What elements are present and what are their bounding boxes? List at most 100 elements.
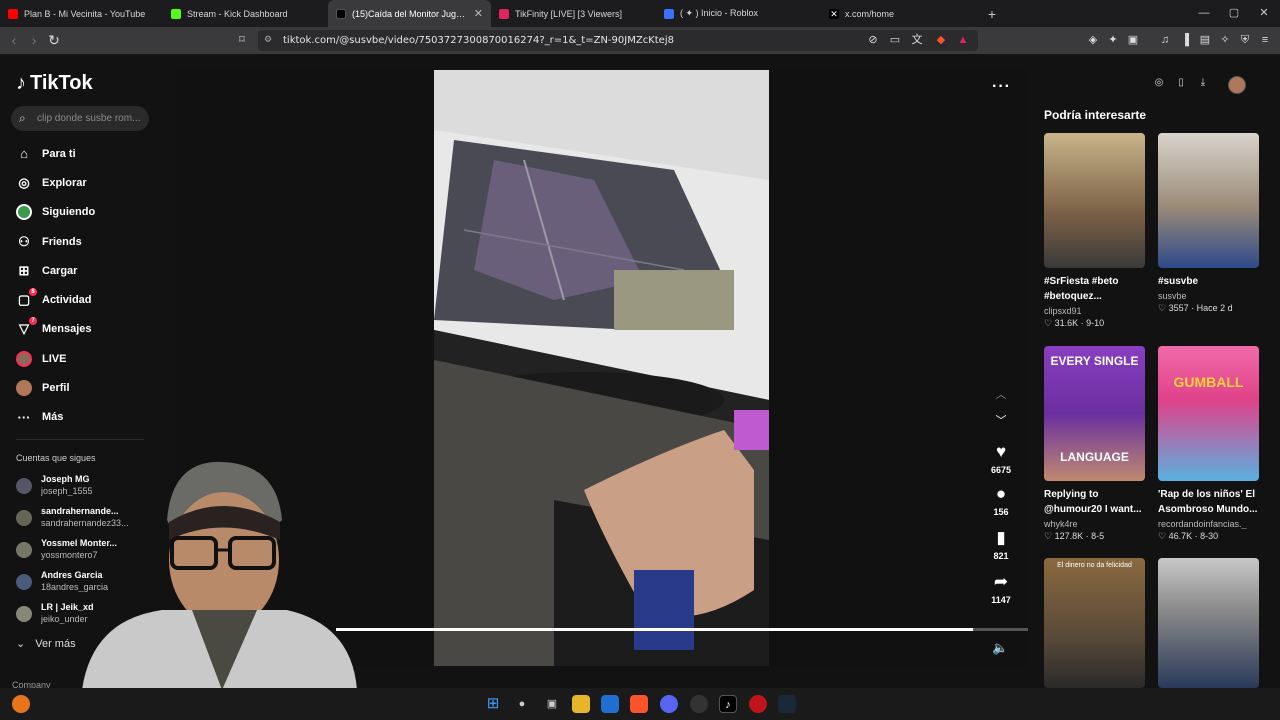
sidebar-item-explorar[interactable]: ◎ Explorar [16, 168, 156, 197]
menu-icon[interactable]: ≡ [1258, 33, 1272, 47]
save-button[interactable]: ▮ 821 [986, 528, 1016, 562]
sidebar-item-siguiendo[interactable]: Siguiendo [16, 198, 156, 227]
tiktok-icon [336, 8, 346, 19]
share-button[interactable]: ➦ 1147 [986, 573, 1016, 606]
more-icon: ··· [17, 409, 31, 425]
translate-icon[interactable]: 文 [910, 33, 924, 47]
phone-icon[interactable]: ▯ [1174, 76, 1188, 90]
wallet-icon[interactable]: ▤ [1198, 33, 1212, 47]
browser-tab-tikfinity[interactable]: TikFinity [LIVE] [3 Viewers] [491, 0, 656, 27]
brave-rewards-icon[interactable]: ▲ [956, 33, 970, 47]
sidebar-item-para-ti[interactable]: ⌂ Para ti [16, 139, 156, 168]
recommended-video-card[interactable] [1158, 558, 1259, 688]
extension-2-icon[interactable]: ✦ [1106, 33, 1120, 47]
app-icon[interactable] [749, 695, 767, 713]
chevron-up-icon[interactable]: ︿ [992, 386, 1010, 402]
chevron-down-icon[interactable]: ﹀ [992, 412, 1010, 428]
microsoft-store-icon[interactable] [601, 695, 619, 713]
recommended-video-card[interactable]: El dinero no da felicidad [1044, 558, 1145, 688]
minimize-icon[interactable]: — [1188, 0, 1220, 27]
windows-start-icon[interactable]: ⊞ [484, 695, 502, 713]
share-count: 1147 [991, 595, 1011, 605]
screen-icon[interactable]: ▭ [888, 33, 902, 47]
back-icon[interactable]: ‹ [6, 32, 22, 48]
search-input[interactable]: ⌕ clip donde susbe rom... [11, 106, 149, 131]
comment-button[interactable]: ● 156 [986, 485, 1016, 518]
url-text: tiktok.com/@susvbe/video/750372730087001… [283, 35, 674, 46]
browser-tab-youtube[interactable]: Plan B - Mi Vecinita - YouTube [0, 0, 163, 27]
task-view-icon[interactable]: ▣ [543, 695, 561, 713]
video-thumbnail [1158, 133, 1259, 268]
close-window-icon[interactable]: ✕ [1248, 0, 1280, 27]
thumbnail-caption: GUMBALL [1173, 374, 1244, 390]
vpn-icon[interactable]: ⛨ [1238, 33, 1252, 47]
weather-icon[interactable] [12, 695, 30, 713]
new-tab-button[interactable]: + [981, 6, 1003, 22]
x-icon: ✕ [829, 8, 839, 19]
tab-label: (15)Caída del Monitor Jugand [352, 8, 470, 19]
save-count: 821 [993, 551, 1009, 561]
thumbnail-caption: El dinero no da felicidad [1057, 562, 1132, 569]
close-tab-icon[interactable]: ✕ [470, 7, 483, 20]
browser-tab-tiktok[interactable]: (15)Caída del Monitor Jugand ✕ [328, 0, 491, 27]
discord-icon[interactable] [660, 695, 678, 713]
bookmark-icon[interactable]: ⌑ [234, 32, 250, 48]
browser-tab-kick[interactable]: Stream - Kick Dashboard [163, 0, 328, 27]
browser-tab-bar: Plan B - Mi Vecinita - YouTube Stream - … [0, 0, 1280, 27]
volume-icon[interactable]: 🔈 [992, 640, 1008, 656]
extension-icon[interactable]: ◈ [1086, 33, 1100, 47]
brave-browser-icon[interactable] [630, 695, 648, 713]
forward-icon[interactable]: › [26, 32, 42, 48]
video-player[interactable] [434, 70, 769, 666]
sidebar-item-label: Perfil [42, 382, 70, 395]
brave-shield-icon[interactable]: ◆ [934, 33, 948, 47]
sidebar-item-actividad[interactable]: ▢ 8 Actividad [16, 285, 156, 314]
reload-icon[interactable]: ↻ [46, 32, 62, 48]
sidebar-item-label: Para ti [42, 147, 76, 160]
sidebar-item-perfil[interactable]: Perfil [16, 373, 156, 402]
card-title: #susvbe [1158, 276, 1199, 287]
roblox-icon [664, 8, 674, 19]
tiktok-logo[interactable]: ♪ TikTok [16, 72, 93, 95]
browser-tab-roblox[interactable]: ( ✦ ) Inicio - Roblox [656, 0, 821, 27]
tiktok-app-icon[interactable]: ♪ [719, 695, 737, 713]
bookmark-icon: ▮ [996, 528, 1006, 547]
home-icon: ⌂ [20, 146, 28, 162]
sidebar-icon[interactable]: ▐ [1178, 33, 1192, 47]
leo-icon[interactable]: ✧ [1218, 33, 1232, 47]
search-icon[interactable]: ● [513, 695, 531, 713]
download-icon[interactable]: ⤓ [1196, 76, 1210, 90]
recommended-video-card[interactable]: EVERY SINGLE LANGUAGE Replying to @humou… [1044, 346, 1145, 542]
file-explorer-icon[interactable] [572, 695, 590, 713]
site-settings-icon[interactable]: ⚙ [264, 30, 272, 51]
tiktok-note-icon: ♪ [16, 72, 26, 94]
card-author: clipsxd91 [1044, 306, 1082, 316]
card-title: #SrFiesta #beto #betoquez... [1044, 276, 1119, 302]
video-progress-bar[interactable] [336, 628, 1028, 631]
avatar[interactable] [1228, 76, 1246, 94]
extension-3-icon[interactable]: ▣ [1126, 33, 1140, 47]
sidebar-item-label: Cargar [42, 264, 78, 277]
recommended-video-card[interactable]: GUMBALL 'Rap de los niños' El Asombroso … [1158, 346, 1259, 542]
sidebar-item-mas[interactable]: ··· Más [16, 403, 156, 432]
coin-icon[interactable]: ◎ [1152, 76, 1166, 90]
more-options-icon[interactable]: ··· [992, 78, 1011, 96]
sidebar-item-mensajes[interactable]: ▽ 7 Mensajes [16, 315, 156, 344]
music-icon[interactable]: ♫ [1158, 33, 1172, 47]
recommended-video-card[interactable]: #SrFiesta #beto #betoquez... clipsxd91 ♡… [1044, 133, 1145, 329]
obs-icon[interactable] [690, 695, 708, 713]
avatar [16, 510, 32, 526]
sidebar-item-cargar[interactable]: ⊞ Cargar [16, 256, 156, 285]
recommended-video-card[interactable]: #susvbe susvbe ♡ 3557 · Hace 2 d [1158, 133, 1259, 314]
compass-icon: ◎ [18, 174, 30, 190]
media-off-icon[interactable]: ⊘ [866, 33, 880, 47]
like-button[interactable]: ♥ 6675 [986, 443, 1016, 476]
steam-icon[interactable] [778, 695, 796, 713]
sidebar-item-label: Más [42, 411, 64, 424]
browser-tab-x[interactable]: ✕ x.com/home [821, 0, 981, 27]
sidebar-item-friends[interactable]: ⚇ Friends [16, 227, 156, 256]
sidebar-item-live[interactable]: LIVE [16, 344, 156, 373]
maximize-icon[interactable]: ▢ [1218, 0, 1250, 27]
sidebar-item-label: Actividad [42, 294, 92, 307]
see-more-button[interactable]: ⌄ Ver más [16, 637, 76, 650]
